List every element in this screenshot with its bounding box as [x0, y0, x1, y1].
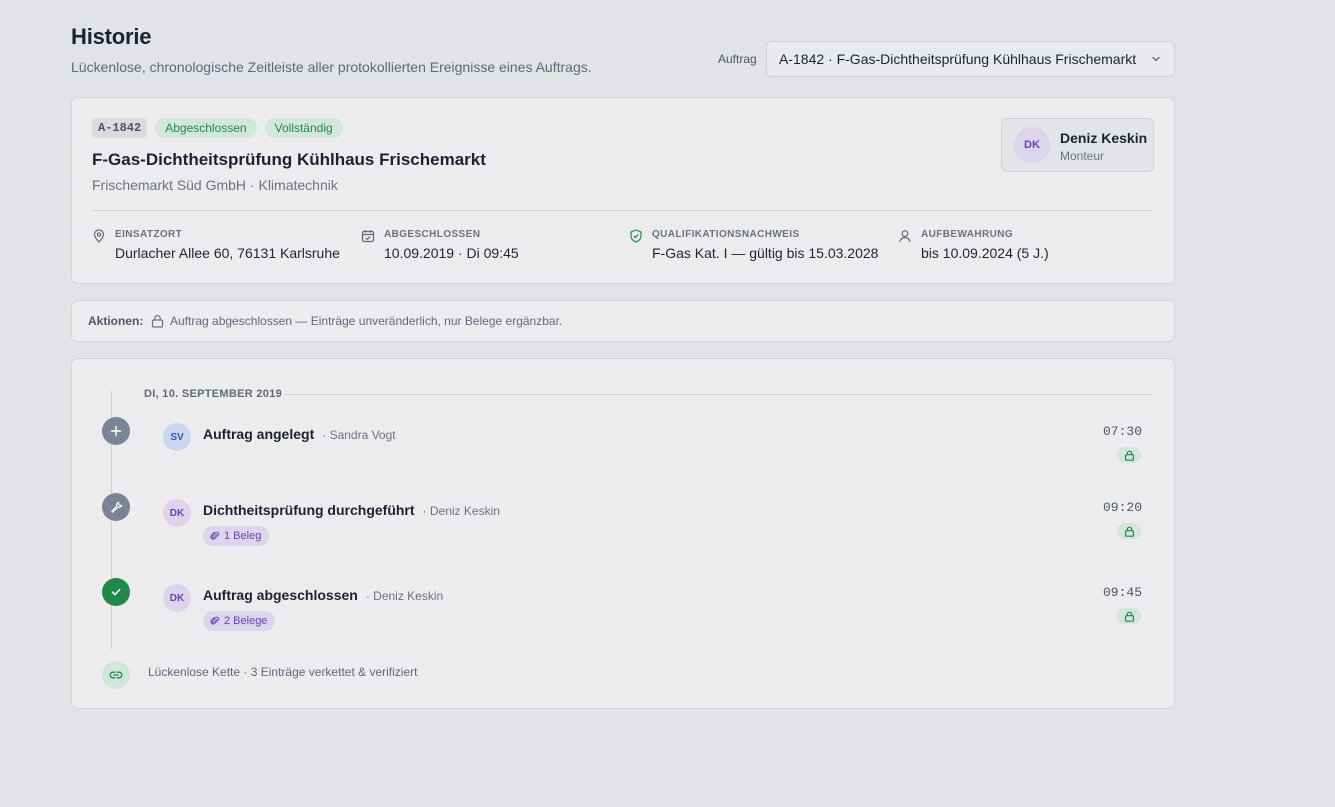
day-divider [284, 394, 1154, 395]
technician-role: Monteur [1060, 149, 1105, 163]
event-author: · Sandra Vogt [322, 428, 396, 442]
avatar: DK [163, 499, 191, 527]
job-customer: Frischemarkt Süd GmbH · Klimatechnik [92, 177, 338, 193]
lock-icon [1117, 608, 1141, 624]
job-select-value: A-1842 · F-Gas-Dichtheitsprüfung Kühlhau… [779, 51, 1137, 67]
event-time: 09:45 [1102, 585, 1142, 600]
assigned-technician[interactable]: DK Deniz Keskin Monteur [1001, 118, 1154, 172]
event-time: 09:20 [1102, 500, 1142, 515]
avatar: SV [163, 423, 191, 451]
actions-label: Aktionen: [88, 314, 144, 328]
event-title: Auftrag abgeschlossen · Deniz Keskin [203, 587, 443, 603]
job-card: A-1842 Abgeschlossen Vollständig F-Gas-D… [71, 97, 1175, 284]
day-label: DI, 10. SEPTEMBER 2019 [144, 388, 283, 400]
event-time: 07:30 [1102, 424, 1142, 439]
lock-icon [151, 314, 164, 328]
event-title-text: Auftrag abgeschlossen [203, 587, 358, 603]
check-icon [102, 578, 130, 606]
actions-info: Auftrag abgeschlossen — Einträge unverän… [170, 314, 563, 328]
lock-icon [1117, 523, 1141, 539]
job-id-badge: A-1842 [92, 118, 148, 138]
page-title: Historie [71, 24, 152, 49]
page-subtitle: Lückenlose, chronologische Zeitleiste al… [71, 59, 592, 75]
shield-check-icon [630, 229, 642, 243]
attachments-badge[interactable]: 1 Beleg [203, 526, 270, 546]
attachments-count: 2 Belege [224, 615, 268, 627]
timeline-card: DI, 10. SEPTEMBER 2019 SV Auftrag angele… [71, 358, 1175, 709]
avatar: DK [1014, 127, 1050, 163]
wrench-icon [102, 493, 130, 521]
meta-label: ABGESCHLOSSEN [384, 229, 481, 240]
meta-value: bis 10.09.2024 (5 J.) [921, 245, 1049, 261]
actions-bar: Aktionen: Auftrag abgeschlossen — Einträ… [71, 300, 1175, 342]
job-title: F-Gas-Dichtheitsprüfung Kühlhaus Frische… [92, 150, 486, 169]
meta-label: QUALIFIKATIONSNACHWEIS [652, 229, 800, 240]
paperclip-icon [210, 616, 220, 625]
map-pin-icon [93, 229, 105, 243]
event-title: Auftrag angelegt · Sandra Vogt [203, 426, 396, 442]
event-title-text: Dichtheitsprüfung durchgeführt [203, 502, 415, 518]
meta-value: Durlacher Allee 60, 76131 Karlsruhe [115, 245, 340, 261]
plus-icon [102, 417, 130, 445]
attachments-badge[interactable]: 2 Belege [203, 611, 276, 631]
page-header: Historie Lückenlose, chronologische Zeit… [71, 24, 1175, 80]
job-select[interactable]: A-1842 · F-Gas-Dichtheitsprüfung Kühlhau… [766, 41, 1175, 77]
meta-label: AUFBEWAHRUNG [921, 229, 1014, 240]
event-title: Dichtheitsprüfung durchgeführt · Deniz Ke… [203, 502, 500, 518]
technician-name: Deniz Keskin [1060, 130, 1148, 146]
calendar-check-icon [361, 230, 375, 243]
completeness-badge: Vollständig [264, 118, 343, 138]
attachments-count: 1 Beleg [224, 530, 262, 542]
chevron-down-icon [1152, 56, 1160, 62]
paperclip-icon [210, 531, 220, 540]
meta-label: EINSATZORT [115, 229, 183, 240]
divider [92, 210, 1154, 211]
job-select-label: Auftrag [718, 52, 757, 66]
event-author: · Deniz Keskin [365, 589, 444, 603]
user-icon [899, 230, 911, 243]
lock-icon [1117, 447, 1141, 463]
event-author: · Deniz Keskin [422, 504, 500, 518]
avatar: DK [163, 584, 191, 612]
meta-value: 10.09.2019 · Di 09:45 [384, 245, 519, 261]
event-title-text: Auftrag angelegt [203, 426, 315, 442]
link-icon [102, 661, 130, 689]
status-badge: Abgeschlossen [155, 118, 257, 138]
chain-status: Lückenlose Kette · 3 Einträge verkettet … [148, 665, 418, 679]
job-tags: A-1842 Abgeschlossen Vollständig [92, 118, 343, 138]
meta-value: F-Gas Kat. I — gültig bis 15.03.2028 [652, 245, 879, 261]
